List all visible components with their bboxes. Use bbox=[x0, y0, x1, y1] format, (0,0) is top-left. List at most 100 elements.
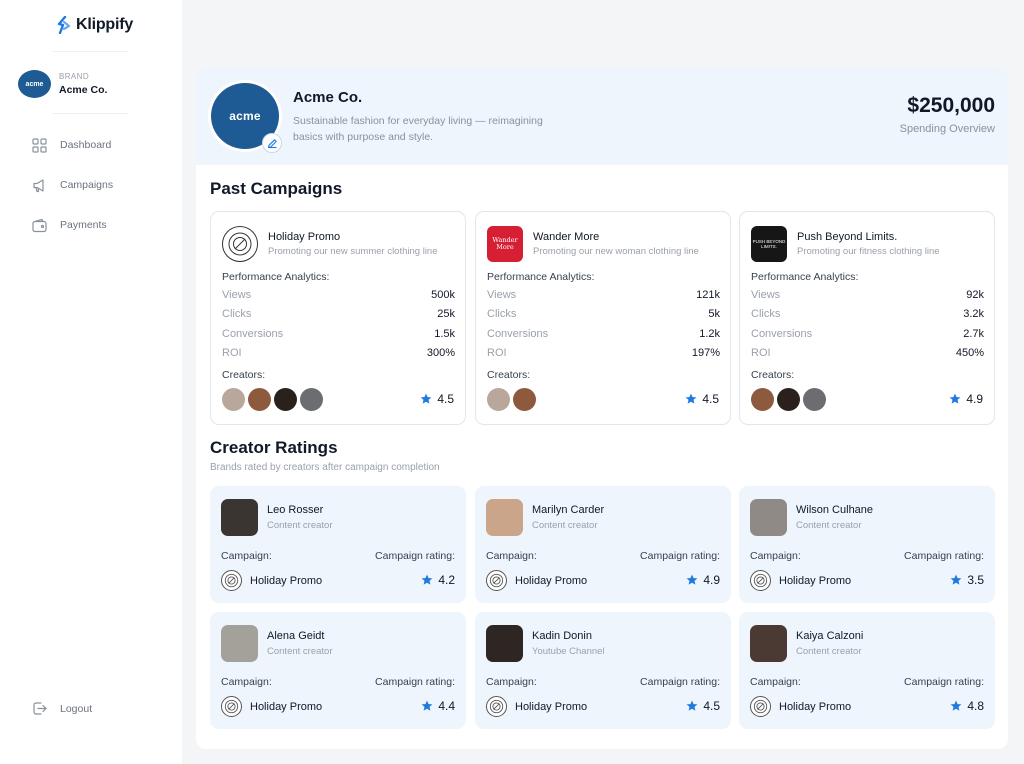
rating-value: 4.9 bbox=[703, 573, 720, 587]
brand-avatar-text: acme bbox=[229, 109, 261, 123]
creator-rating-card[interactable]: Wilson Culhane Content creator Campaign: Ca… bbox=[739, 486, 995, 603]
metric-label: ROI bbox=[751, 347, 771, 360]
campaign-link[interactable]: Holiday Promo bbox=[750, 570, 851, 591]
campaign-link[interactable]: Holiday Promo bbox=[221, 570, 322, 591]
creator-rating-card[interactable]: Kadin Donin Youtube Channel Campaign: Campa… bbox=[475, 612, 731, 729]
avatar[interactable] bbox=[274, 388, 297, 411]
campaign-card[interactable]: PUSH BEYOND LIMITS. Push Beyond Limits. … bbox=[739, 211, 995, 425]
creator-name: Alena Geidt bbox=[267, 630, 325, 642]
metric-value: 25k bbox=[437, 308, 455, 321]
avatar[interactable] bbox=[751, 388, 774, 411]
creator-name: Kadin Donin bbox=[532, 630, 592, 642]
performance-label: Performance Analytics: bbox=[751, 271, 859, 283]
brand-logo: acme bbox=[18, 70, 51, 98]
campaign-card[interactable]: Holiday Promo Promoting our new summer c… bbox=[210, 211, 466, 425]
rating-value: 3.5 bbox=[967, 573, 984, 587]
brand-label: BRAND bbox=[59, 72, 90, 81]
campaign-badge-icon bbox=[750, 696, 771, 717]
campaign-link[interactable]: Holiday Promo bbox=[486, 570, 587, 591]
logo-text: Wander More bbox=[492, 236, 518, 251]
campaign-description: Promoting our new summer clothing line bbox=[268, 246, 438, 257]
creator-role: Content creator bbox=[532, 520, 598, 531]
campaign-rating: 4.5 bbox=[685, 392, 719, 406]
avatar[interactable] bbox=[487, 388, 510, 411]
brand-switcher[interactable]: acme BRAND Acme Co. bbox=[18, 70, 107, 98]
logout-button[interactable]: Logout bbox=[32, 701, 92, 716]
metrics-list: Views 121k Clicks 5k Conversions 1.2k ROI 19… bbox=[487, 289, 720, 367]
campaign-header: Wander More Wander More Promoting our ne… bbox=[487, 226, 699, 262]
campaign-badge-icon bbox=[750, 570, 771, 591]
campaign-rating-label: Campaign rating: bbox=[375, 676, 455, 688]
metric-value: 500k bbox=[431, 289, 455, 301]
metric-label: Views bbox=[487, 289, 517, 301]
avatar[interactable] bbox=[513, 388, 536, 411]
creator-photo[interactable] bbox=[750, 625, 787, 662]
creator-header: Kadin Donin Youtube Channel bbox=[486, 625, 605, 662]
creator-rating-card[interactable]: Leo Rosser Content creator Campaign: Campai… bbox=[210, 486, 466, 603]
metric-row: ROI 300% bbox=[222, 347, 455, 366]
campaign-badge-icon bbox=[486, 696, 507, 717]
edit-avatar-button[interactable] bbox=[262, 133, 282, 153]
creator-header: Kaiya Calzoni Content creator bbox=[750, 625, 863, 662]
brand-name: Acme Co. bbox=[59, 84, 108, 96]
campaign-link[interactable]: Holiday Promo bbox=[221, 696, 322, 717]
spend-label: Spending Overview bbox=[899, 123, 995, 135]
rating-value: 4.5 bbox=[702, 392, 719, 406]
campaign-label: Campaign: bbox=[221, 676, 272, 688]
avatar[interactable] bbox=[222, 388, 245, 411]
metric-row: ROI 197% bbox=[487, 347, 720, 366]
divider bbox=[52, 113, 128, 114]
star-icon bbox=[686, 574, 698, 585]
creator-photo[interactable] bbox=[486, 499, 523, 536]
metric-row: Conversions 1.2k bbox=[487, 328, 720, 347]
campaign-link[interactable]: Holiday Promo bbox=[750, 696, 851, 717]
sidebar-item-payments[interactable]: Payments bbox=[32, 216, 113, 234]
metrics-list: Views 92k Clicks 3.2k Conversions 2.7k ROI 4… bbox=[751, 289, 984, 367]
campaign-label: Campaign: bbox=[750, 550, 801, 562]
avatar[interactable] bbox=[777, 388, 800, 411]
creator-photo[interactable] bbox=[750, 499, 787, 536]
metric-row: Views 500k bbox=[222, 289, 455, 308]
avatar[interactable] bbox=[803, 388, 826, 411]
campaign-badge-icon bbox=[221, 696, 242, 717]
avatar[interactable] bbox=[300, 388, 323, 411]
creator-rating-card[interactable]: Alena Geidt Content creator Campaign: Campa… bbox=[210, 612, 466, 729]
sidebar-item-dashboard[interactable]: Dashboard bbox=[32, 136, 113, 154]
campaign-rating: 4.9 bbox=[949, 392, 983, 406]
campaign-label: Campaign: bbox=[486, 550, 537, 562]
campaign-name: Holiday Promo bbox=[515, 700, 588, 713]
metric-value: 300% bbox=[426, 347, 455, 360]
avatar[interactable] bbox=[248, 388, 271, 411]
metric-label: Clicks bbox=[222, 308, 252, 321]
company-description: Sustainable fashion for everyday living … bbox=[293, 115, 543, 143]
metric-label: Views bbox=[222, 289, 252, 301]
star-icon bbox=[421, 700, 433, 711]
creator-photo[interactable] bbox=[486, 625, 523, 662]
campaign-card[interactable]: Wander More Wander More Promoting our ne… bbox=[475, 211, 731, 425]
campaign-rating-label: Campaign rating: bbox=[904, 676, 984, 688]
push-beyond-limits-logo: PUSH BEYOND LIMITS. bbox=[751, 226, 787, 262]
campaign-badge-icon bbox=[486, 570, 507, 591]
campaign-label: Campaign: bbox=[750, 676, 801, 688]
creator-rating-card[interactable]: Kaiya Calzoni Content creator Campaign: Cam… bbox=[739, 612, 995, 729]
metric-value: 2.7k bbox=[963, 327, 984, 340]
metric-label: ROI bbox=[487, 347, 507, 360]
metrics-list: Views 500k Clicks 25k Conversions 1.5k ROI 3… bbox=[222, 289, 455, 367]
metric-label: Conversions bbox=[222, 327, 284, 340]
creator-photo[interactable] bbox=[221, 499, 258, 536]
app-logo[interactable]: Klippify bbox=[57, 16, 133, 34]
creator-role: Content creator bbox=[796, 646, 862, 657]
creator-ratings-title: Creator Ratings bbox=[210, 438, 338, 457]
creator-rating-card[interactable]: Marilyn Carder Content creator Campaign: Ca… bbox=[475, 486, 731, 603]
sidebar: Klippify acme BRAND Acme Co. Dashboard C… bbox=[0, 0, 182, 764]
performance-label: Performance Analytics: bbox=[487, 271, 595, 283]
pencil-icon bbox=[267, 138, 277, 148]
creator-role: Content creator bbox=[267, 520, 333, 531]
campaign-name: Wander More bbox=[533, 231, 600, 243]
campaign-badge-icon bbox=[221, 570, 242, 591]
creator-photo[interactable] bbox=[221, 625, 258, 662]
metric-label: Views bbox=[751, 289, 781, 301]
rating-value: 4.8 bbox=[967, 699, 984, 713]
campaign-link[interactable]: Holiday Promo bbox=[486, 696, 587, 717]
sidebar-item-campaigns[interactable]: Campaigns bbox=[32, 176, 113, 194]
